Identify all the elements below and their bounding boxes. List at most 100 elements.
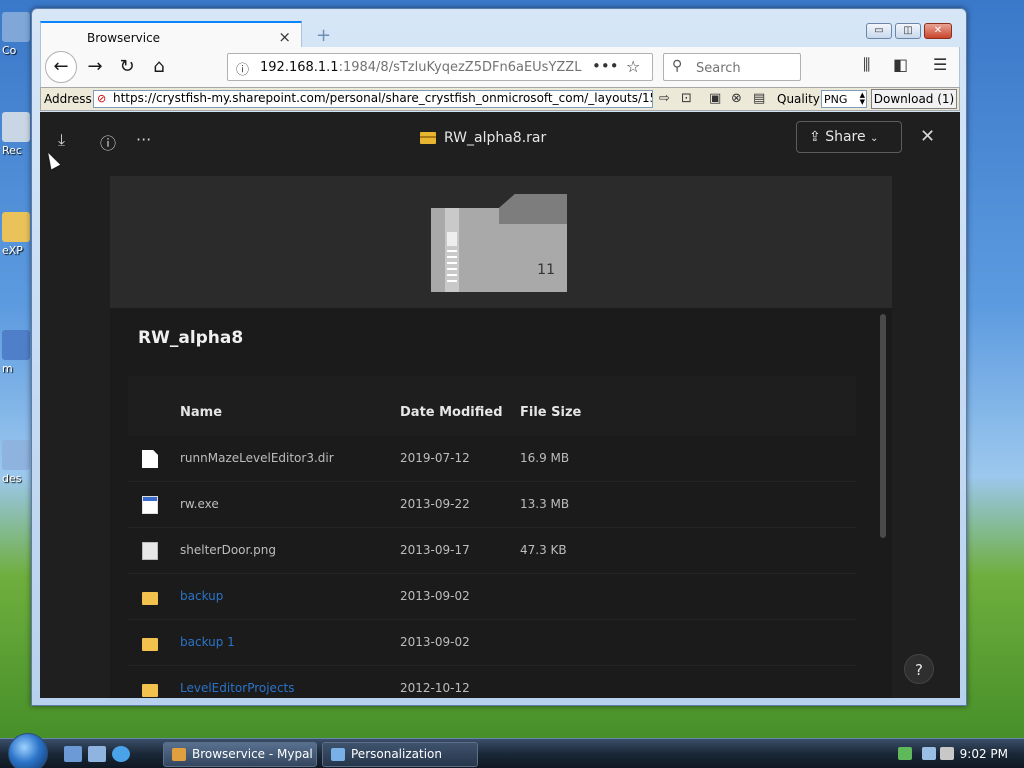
taskbar: Browservice - Mypal Personalization 9:02… (0, 733, 1024, 768)
exe-icon (142, 496, 158, 514)
folder-link[interactable]: backup (180, 589, 223, 603)
archive-icon (420, 132, 436, 144)
desktop-icon-label: m (2, 362, 13, 375)
address-label: Address (44, 92, 92, 106)
network-icon[interactable] (898, 747, 912, 760)
table-row[interactable]: runnMazeLevelEditor3.dir 2019-07-12 16.9… (128, 436, 856, 482)
search-bar[interactable]: ⚲ Search (663, 53, 801, 81)
close-icon[interactable]: ✕ (920, 126, 935, 147)
switch-windows-icon[interactable] (88, 746, 106, 762)
file-name[interactable]: rw.exe (180, 497, 219, 511)
folder-icon (142, 592, 158, 605)
browservice-toolbar: Address ⊘ https://crystfish-my.sharepoint… (40, 87, 960, 111)
column-date-modified[interactable]: Date Modified (400, 405, 503, 420)
internet-explorer-icon[interactable] (112, 746, 130, 762)
desktop-icon-shortcut[interactable]: m (2, 330, 30, 375)
clipboard-icon[interactable]: ▣ (709, 91, 721, 106)
go-icon[interactable]: ⇨ (659, 91, 670, 106)
image-icon (142, 542, 158, 560)
download-icon[interactable]: ⤓ (58, 130, 65, 150)
reload-button[interactable]: ↻ (115, 55, 139, 79)
clock[interactable]: 9:02 PM (960, 747, 1008, 761)
site-info-icon[interactable]: ⓘ (236, 59, 249, 78)
window-controls: ▭ ◫ ✕ (866, 23, 952, 39)
file-name[interactable]: shelterDoor.png (180, 543, 276, 557)
file-title: RW_alpha8.rar (444, 130, 547, 146)
file-date: 2013-09-17 (400, 543, 470, 557)
desktop-icon-label: Rec (2, 144, 22, 157)
help-button[interactable]: ? (904, 654, 934, 684)
table-row[interactable]: backup 2013-09-02 (128, 574, 856, 620)
taskbar-button-browservice[interactable]: Browservice - Mypal (163, 742, 317, 767)
find-icon[interactable]: ⊗ (731, 91, 742, 106)
paste-icon[interactable]: ▤ (753, 91, 765, 106)
close-window-button[interactable]: ✕ (924, 23, 952, 39)
display-icon[interactable] (922, 747, 936, 760)
share-icon: ⇪ (809, 129, 821, 145)
computer-icon (2, 12, 30, 42)
tab-title: Browservice (87, 31, 161, 45)
info-icon[interactable]: ⓘ (100, 130, 116, 154)
table-row[interactable]: shelterDoor.png 2013-09-17 47.3 KB (128, 528, 856, 574)
library-icon[interactable]: ⫼ (863, 55, 870, 75)
url-bar[interactable]: ⓘ 192.168.1.1:1984/8/sTzluKyqezZ5DFn6aEU… (227, 53, 653, 81)
back-button[interactable]: ← (45, 51, 77, 83)
column-file-size[interactable]: File Size (520, 405, 581, 420)
menu-icon[interactable]: ☰ (933, 55, 947, 74)
address-field[interactable]: ⊘ https://crystfish-my.sharepoint.com/per… (93, 90, 653, 108)
viewer-title: RW_alpha8.rar (420, 130, 546, 146)
download-button[interactable]: Download (1) (871, 89, 957, 109)
file-table: Name Date Modified File Size runnMazeLev… (128, 376, 856, 698)
desktop-icon-folder[interactable]: eXP (2, 212, 30, 257)
table-row[interactable]: backup 1 2013-09-02 (128, 620, 856, 666)
table-header: Name Date Modified File Size (128, 376, 856, 436)
maximize-button[interactable]: ◫ (895, 23, 921, 39)
table-row[interactable]: LevelEditorProjects 2012-10-12 (128, 666, 856, 698)
desktop-icon-recycle-bin[interactable]: Rec (2, 112, 30, 157)
sidebar-icon[interactable]: ◧ (893, 55, 908, 74)
spinner-icon[interactable]: ▲ ▼ (860, 92, 865, 106)
desktop-icon-label: eXP (2, 244, 23, 257)
file-name[interactable]: runnMazeLevelEditor3.dir (180, 451, 334, 465)
zip-folder-icon: 11 (431, 194, 567, 292)
recycle-bin-icon (2, 112, 30, 142)
file-date: 2013-09-22 (400, 497, 470, 511)
start-button[interactable] (8, 733, 48, 768)
bookmark-star-icon[interactable]: ☆ (626, 57, 640, 76)
desktop-icon (2, 440, 30, 470)
column-name[interactable]: Name (180, 405, 222, 420)
quality-select[interactable]: PNG ▲ ▼ (821, 90, 867, 108)
quality-label: Quality (777, 92, 820, 106)
bookmark-icon[interactable]: ⊡ (681, 91, 692, 106)
share-button[interactable]: ⇪ Share ⌄ (796, 121, 902, 153)
file-date: 2013-09-02 (400, 589, 470, 603)
folder-link[interactable]: backup 1 (180, 635, 235, 649)
taskbar-button-personalization[interactable]: Personalization (322, 742, 478, 767)
desktop-icon-desktop[interactable]: des (2, 440, 30, 485)
table-row[interactable]: rw.exe 2013-09-22 13.3 MB (128, 482, 856, 528)
scrollbar[interactable] (880, 314, 886, 538)
navigation-bar: ← → ↻ ⌂ ⓘ 192.168.1.1:1984/8/sTzluKyqezZ… (40, 47, 960, 87)
show-desktop-icon[interactable] (64, 746, 82, 762)
archive-panel: RW_alpha8 Name Date Modified File Size r… (110, 308, 892, 698)
more-options-icon[interactable]: ··· (136, 130, 151, 149)
viewer-toolbar: ⤓ ⓘ ··· RW_alpha8.rar ⇪ Share ⌄ ✕ (40, 112, 960, 168)
page-actions-icon[interactable]: ••• (592, 57, 619, 75)
thumbnail-area: 11 (110, 176, 892, 308)
forward-button[interactable]: → (83, 55, 107, 79)
folder-link[interactable]: LevelEditorProjects (180, 681, 295, 695)
desktop-icon-computer[interactable]: Co (2, 12, 30, 57)
folder-icon (2, 212, 30, 242)
tab-close-icon[interactable]: × (278, 28, 291, 46)
file-date: 2019-07-12 (400, 451, 470, 465)
folder-icon (142, 638, 158, 651)
new-tab-button[interactable]: + (316, 25, 331, 46)
home-button[interactable]: ⌂ (147, 55, 171, 79)
browser-window: Browservice × + ▭ ◫ ✕ ← → ↻ ⌂ ⓘ 192.168.… (31, 8, 967, 706)
file-size: 47.3 KB (520, 543, 567, 557)
insecure-icon: ⊘ (97, 92, 107, 105)
archive-card: 11 RW_alpha8 Name Date Modified File Siz… (110, 176, 892, 698)
volume-muted-icon[interactable] (940, 747, 954, 760)
minimize-button[interactable]: ▭ (866, 23, 892, 39)
file-icon (142, 450, 158, 468)
